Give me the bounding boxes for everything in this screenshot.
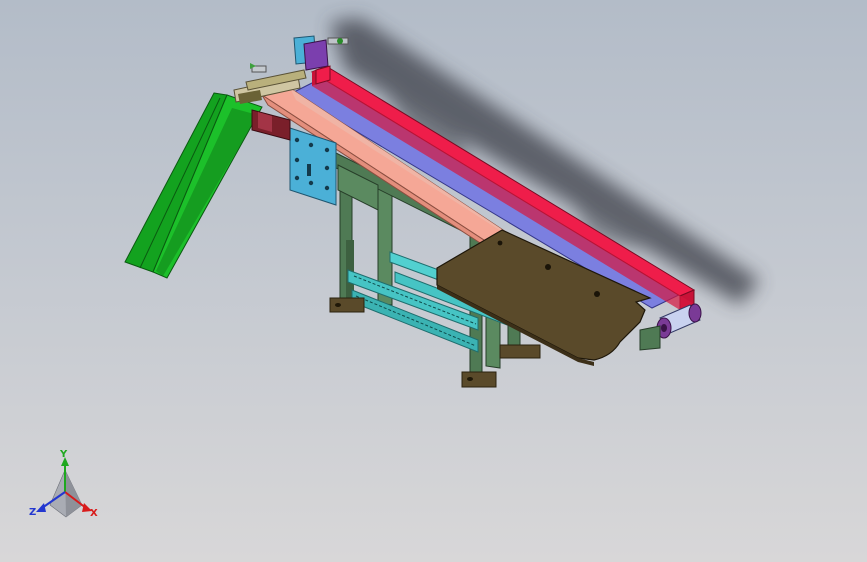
cad-viewport[interactable]: Y X Z xyxy=(0,0,867,562)
chute[interactable] xyxy=(124,92,263,279)
end-roller[interactable] xyxy=(639,303,702,351)
conveyor-assembly-model[interactable]: Y X Z xyxy=(0,0,867,562)
z-axis-label: Z xyxy=(29,507,36,518)
view-orientation-triad[interactable]: Y X Z xyxy=(29,449,98,519)
x-axis-label: X xyxy=(90,508,98,519)
y-axis-label: Y xyxy=(59,449,68,460)
